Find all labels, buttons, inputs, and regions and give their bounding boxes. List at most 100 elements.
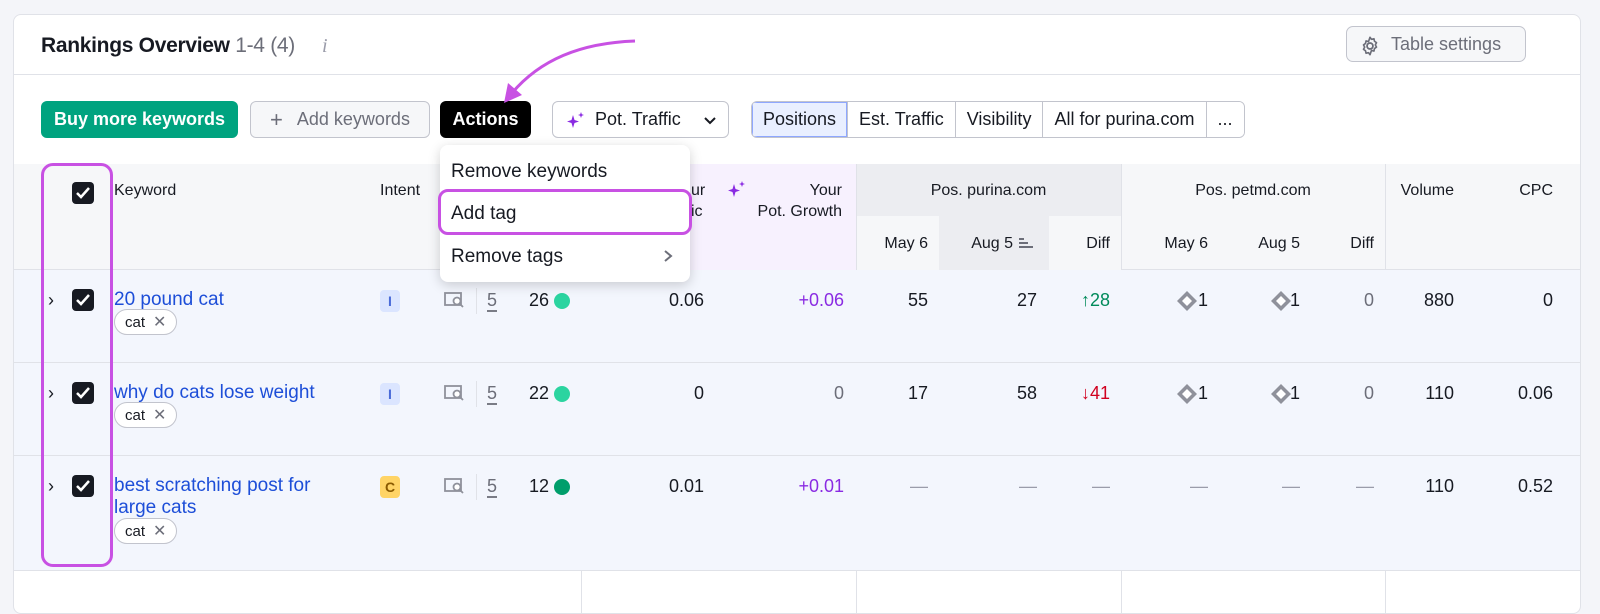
difficulty-dot bbox=[554, 479, 570, 495]
keyword-link[interactable]: why do cats lose weight bbox=[114, 382, 344, 404]
intent-badge: C bbox=[380, 476, 400, 498]
col-pot-traffic-partial2: ic bbox=[691, 203, 703, 220]
serp-features-count[interactable]: 5 bbox=[487, 383, 497, 404]
keyword-tag: cat ✕ bbox=[114, 518, 178, 544]
col-purina-may[interactable]: May 6 bbox=[872, 235, 928, 253]
title-text: Rankings Overview bbox=[41, 34, 230, 57]
pot-growth-value: +0.01 bbox=[798, 476, 844, 496]
plus-icon: + bbox=[270, 106, 283, 132]
volume-value: 880 bbox=[1423, 290, 1454, 310]
petmd-aug-pos: 1 bbox=[1289, 383, 1300, 403]
purina-may-pos: — bbox=[910, 476, 928, 496]
pot-growth-value: 0 bbox=[833, 383, 844, 403]
divider bbox=[476, 474, 477, 500]
buy-more-keywords-button[interactable]: Buy more keywords bbox=[41, 101, 238, 138]
purina-aug-pos: 27 bbox=[1016, 290, 1037, 310]
petmd-may-pos: — bbox=[1190, 476, 1208, 496]
table-row: › best scratching post for large cats ca… bbox=[14, 456, 1580, 571]
cpc-value: 0.06 bbox=[1517, 383, 1553, 403]
volume-value: 110 bbox=[1425, 383, 1454, 403]
keyword-difficulty: 26 bbox=[528, 290, 549, 310]
sort-icon[interactable] bbox=[1018, 235, 1034, 251]
col-cpc[interactable]: CPC bbox=[1499, 182, 1553, 200]
petmd-diff: — bbox=[1356, 476, 1374, 496]
keyword-link[interactable]: best scratching post for large cats bbox=[114, 475, 344, 519]
result-count: 1-4 (4) bbox=[235, 34, 295, 57]
col-pos-purina: Pos. purina.com bbox=[930, 182, 1047, 199]
keyword-tag: cat ✕ bbox=[114, 402, 178, 428]
tag-label: cat bbox=[125, 406, 146, 424]
col-petmd-may[interactable]: May 6 bbox=[1152, 235, 1208, 253]
petmd-aug-pos: — bbox=[1282, 476, 1300, 496]
add-tag-highlight bbox=[438, 189, 692, 235]
menu-item-remove-tags[interactable]: Remove tags bbox=[451, 246, 563, 268]
col-purina-diff[interactable]: Diff bbox=[1070, 235, 1110, 253]
col-petmd-diff[interactable]: Diff bbox=[1334, 235, 1374, 253]
chevron-right-icon bbox=[664, 250, 673, 262]
purina-aug-pos: 58 bbox=[1016, 383, 1037, 403]
purina-aug-pos: — bbox=[1019, 476, 1037, 496]
segment-more[interactable]: ... bbox=[1206, 102, 1244, 137]
cpc-value: 0 bbox=[1542, 290, 1553, 310]
page-title: Rankings Overview 1-4 (4) bbox=[41, 34, 295, 58]
table-settings-button[interactable]: Table settings bbox=[1346, 26, 1526, 62]
tag-label: cat bbox=[125, 522, 146, 540]
purina-diff: — bbox=[1092, 476, 1110, 496]
petmd-diff: 0 bbox=[1363, 383, 1374, 403]
divider bbox=[476, 381, 477, 407]
pot-traffic-value: 0.06 bbox=[668, 290, 704, 310]
serp-preview-icon[interactable] bbox=[444, 291, 466, 314]
info-icon[interactable]: i bbox=[322, 35, 328, 58]
difficulty-dot bbox=[554, 293, 570, 309]
intent-badge: I bbox=[380, 290, 400, 312]
pot-traffic-dropdown[interactable]: Pot. Traffic bbox=[552, 101, 729, 138]
table-row: › 20 pound cat cat ✕ I 5 26 0.06 +0.06 55… bbox=[14, 270, 1580, 363]
segment-visibility[interactable]: Visibility bbox=[955, 102, 1044, 137]
add-keywords-button[interactable]: + Add keywords bbox=[250, 101, 430, 138]
annotation-arrow-icon bbox=[504, 39, 636, 103]
col-keyword[interactable]: Keyword bbox=[114, 182, 176, 200]
keyword-difficulty: 22 bbox=[528, 383, 549, 403]
serp-features-count[interactable]: 5 bbox=[487, 290, 497, 311]
sparkle-icon bbox=[567, 112, 584, 128]
menu-item-remove-keywords[interactable]: Remove keywords bbox=[451, 161, 607, 183]
purina-may-pos: 17 bbox=[907, 383, 928, 403]
keyword-difficulty: 12 bbox=[528, 476, 549, 496]
petmd-aug-pos: 1 bbox=[1289, 290, 1300, 310]
segment-est-traffic[interactable]: Est. Traffic bbox=[848, 102, 956, 137]
checkbox-column-highlight bbox=[41, 163, 113, 567]
col-pot-growth-line1[interactable]: Your bbox=[754, 182, 842, 200]
chevron-down-icon bbox=[704, 117, 716, 125]
add-keywords-label: Add keywords bbox=[296, 109, 410, 129]
pot-traffic-label: Pot. Traffic bbox=[595, 109, 681, 129]
keyword-tag: cat ✕ bbox=[114, 309, 178, 335]
keyword-link[interactable]: 20 pound cat bbox=[114, 289, 344, 311]
col-pot-traffic-partial[interactable]: ur bbox=[691, 182, 705, 200]
serp-preview-icon[interactable] bbox=[444, 384, 466, 407]
serp-features-count[interactable]: 5 bbox=[487, 476, 497, 497]
pot-growth-value: +0.06 bbox=[798, 290, 844, 310]
remove-tag-icon[interactable]: ✕ bbox=[153, 405, 166, 425]
col-petmd-aug[interactable]: Aug 5 bbox=[1244, 235, 1300, 253]
segment-all-for-purina[interactable]: All for purina.com bbox=[1043, 102, 1207, 137]
serp-preview-icon[interactable] bbox=[444, 477, 466, 500]
rankings-card: Rankings Overview 1-4 (4) i Table settin… bbox=[13, 14, 1581, 614]
col-pos-petmd: Pos. petmd.com bbox=[1195, 182, 1311, 199]
cpc-value: 0.52 bbox=[1517, 476, 1553, 496]
purina-may-pos: 55 bbox=[907, 290, 928, 310]
col-volume[interactable]: Volume bbox=[1394, 182, 1454, 200]
purina-diff: ↑28 bbox=[1080, 290, 1110, 310]
col-purina-aug[interactable]: Aug 5 bbox=[957, 235, 1013, 253]
petmd-diff: 0 bbox=[1363, 290, 1374, 310]
petmd-may-pos: 1 bbox=[1197, 290, 1208, 310]
petmd-may-pos: 1 bbox=[1197, 383, 1208, 403]
col-intent[interactable]: Intent bbox=[380, 182, 420, 200]
actions-button[interactable]: Actions bbox=[440, 101, 531, 138]
segment-positions[interactable]: Positions bbox=[752, 102, 849, 137]
view-segment-control: Positions Est. Traffic Visibility All fo… bbox=[751, 101, 1245, 138]
col-pot-growth-line2: Pot. Growth bbox=[757, 203, 842, 220]
sparkle-icon bbox=[728, 181, 745, 197]
remove-tag-icon[interactable]: ✕ bbox=[153, 521, 166, 541]
card-header: Rankings Overview 1-4 (4) i Table settin… bbox=[14, 15, 1580, 75]
remove-tag-icon[interactable]: ✕ bbox=[153, 312, 166, 332]
